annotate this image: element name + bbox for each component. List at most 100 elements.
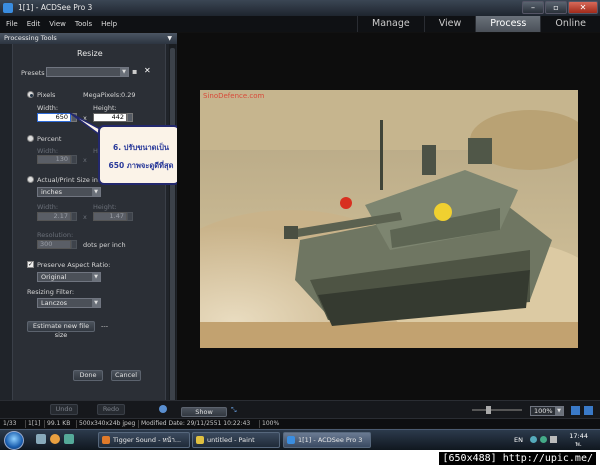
upload-footer: [650x488] http://upic.me/: [0, 450, 600, 469]
quicklaunch-browser-icon[interactable]: [50, 434, 60, 444]
quicklaunch-desktop-icon[interactable]: [36, 434, 46, 444]
resize-title: Resize: [77, 49, 103, 58]
resolution-label: Resolution:: [37, 231, 74, 239]
pixels-radio[interactable]: [27, 91, 34, 98]
presets-label: Presets: [21, 69, 45, 77]
compare-icon[interactable]: ⤡: [231, 406, 237, 415]
status-dimensions: 500x340x24b jpeg: [79, 420, 136, 427]
tab-manage[interactable]: Manage: [357, 16, 424, 32]
title-bar: 1[1] - ACDSee Pro 3 – ▫ ✕: [0, 0, 600, 16]
quicklaunch-switch-icon[interactable]: [64, 434, 74, 444]
done-button[interactable]: Done: [73, 370, 103, 381]
menu-view[interactable]: View: [49, 20, 66, 28]
tab-view[interactable]: View: [423, 16, 476, 32]
chevron-down-icon: ▼: [120, 68, 128, 76]
zoom-slider[interactable]: [472, 409, 522, 411]
scrollbar-thumb[interactable]: [170, 48, 175, 402]
restore-button[interactable]: ▫: [545, 1, 567, 14]
antivirus-icon[interactable]: [540, 436, 547, 443]
preserve-aspect-checkbox[interactable]: ✓: [27, 261, 34, 268]
clock[interactable]: 17:44 พ.: [569, 432, 588, 448]
resizing-filter-value: Lanczos: [41, 299, 68, 307]
upload-footer-text: [650x488] http://upic.me/: [439, 452, 596, 465]
estimate-value: ---: [101, 322, 109, 330]
close-window-button[interactable]: ✕: [568, 1, 598, 14]
zoom-slider-thumb[interactable]: [486, 406, 491, 414]
app-window: 1[1] - ACDSee Pro 3 – ▫ ✕ File Edit View…: [0, 0, 600, 469]
collapse-arrow-icon[interactable]: ▼: [167, 33, 172, 44]
taskbar-item-browser[interactable]: Tigger Sound - หน้า...: [98, 432, 190, 448]
status-modified-date: Modified Date: 29/11/2551 10:22:43: [141, 420, 251, 427]
print-height-stepper[interactable]: [127, 212, 133, 221]
processing-tools-header[interactable]: Processing Tools ▼: [0, 33, 177, 44]
percent-label: Percent: [37, 135, 62, 143]
estimate-file-size-button[interactable]: Estimate new file size: [27, 321, 95, 339]
percent-width-field[interactable]: 130: [37, 155, 71, 164]
delete-preset-icon[interactable]: ✕: [144, 66, 151, 75]
pixels-height-stepper[interactable]: [127, 113, 133, 122]
print-width-label: Width:: [37, 203, 59, 211]
cancel-button[interactable]: Cancel: [111, 370, 141, 381]
zoom-dropdown[interactable]: 100% ▼: [530, 406, 564, 416]
full-screen-icon[interactable]: [584, 406, 593, 415]
status-bar: 1/33 1[1] 99.1 KB 500x340x24b jpeg Modif…: [0, 418, 600, 428]
chevron-down-icon: ▼: [92, 273, 100, 281]
menu-tools[interactable]: Tools: [75, 20, 92, 28]
presets-dropdown[interactable]: ▼: [46, 67, 129, 77]
zoom-value: 100%: [534, 407, 553, 415]
print-width-stepper[interactable]: [71, 212, 77, 221]
chevron-down-icon: ▼: [555, 407, 563, 415]
window-controls: – ▫ ✕: [521, 1, 598, 14]
task-label: 1[1] - ACDSee Pro 3: [298, 436, 363, 444]
tab-process[interactable]: Process: [475, 16, 541, 32]
print-size-radio[interactable]: [27, 176, 34, 183]
pixels-label: Pixels: [37, 91, 56, 99]
aspect-ratio-dropdown[interactable]: Original ▼: [37, 272, 101, 282]
print-unit-value: inches: [41, 188, 63, 196]
fit-icon[interactable]: [571, 406, 580, 415]
window-title: 1[1] - ACDSee Pro 3: [18, 3, 93, 12]
show-previous-button[interactable]: Show Previous: [181, 407, 227, 425]
start-button-icon[interactable]: [4, 431, 24, 450]
system-tray: EN 17:44 พ.: [510, 430, 600, 451]
print-height-label: Height:: [93, 203, 117, 211]
chevron-down-icon: ▼: [92, 188, 100, 196]
language-indicator[interactable]: EN: [514, 436, 523, 444]
help-icon[interactable]: [159, 405, 167, 413]
paint-icon: [196, 436, 204, 444]
resolution-field[interactable]: 300: [37, 240, 71, 249]
clock-time: 17:44: [569, 432, 588, 440]
undo-button[interactable]: Undo: [50, 404, 78, 415]
acdsee-app-icon: [3, 3, 13, 13]
windows-taskbar: Tigger Sound - หน้า... untitled - Paint …: [0, 429, 600, 450]
menu-file[interactable]: File: [6, 20, 18, 28]
callout-line-1: 6. ปรับขนาดเป็น: [112, 143, 169, 152]
preserve-aspect-label: Preserve Aspect Ratio:: [37, 261, 111, 269]
resizing-filter-label: Resizing Filter:: [27, 288, 75, 296]
percent-radio[interactable]: [27, 135, 34, 142]
processing-panel: Resize Presets ▼ ▪ ✕ Pixels MegaPixels: …: [0, 44, 177, 415]
print-width-field[interactable]: 2.17: [37, 212, 71, 221]
print-height-field[interactable]: 1.47: [93, 212, 127, 221]
panel-header-label: Processing Tools: [4, 34, 57, 42]
percent-width-stepper[interactable]: [71, 155, 77, 164]
taskbar-item-acdsee[interactable]: 1[1] - ACDSee Pro 3: [283, 432, 371, 448]
resolution-stepper[interactable]: [71, 240, 77, 249]
taskbar-item-paint[interactable]: untitled - Paint: [192, 432, 280, 448]
panel-scrollbar[interactable]: [169, 44, 176, 415]
save-preset-icon[interactable]: ▪: [132, 67, 137, 76]
minimize-button[interactable]: –: [522, 1, 544, 14]
volume-icon[interactable]: [550, 436, 557, 443]
resolution-unit: dots per inch: [83, 241, 126, 249]
tab-online[interactable]: Online: [540, 16, 600, 32]
status-filename: 1[1]: [28, 420, 41, 427]
callout-line-2: 650 ภาพจะดูดีที่สุด: [108, 161, 174, 170]
pixels-width-field[interactable]: 650: [37, 113, 71, 122]
megapixels-value: 0.29: [121, 91, 136, 99]
network-icon[interactable]: [530, 436, 537, 443]
menu-edit[interactable]: Edit: [27, 20, 41, 28]
print-unit-dropdown[interactable]: inches ▼: [37, 187, 101, 197]
menu-help[interactable]: Help: [101, 20, 117, 28]
redo-button[interactable]: Redo: [97, 404, 125, 415]
resizing-filter-dropdown[interactable]: Lanczos ▼: [37, 298, 101, 308]
